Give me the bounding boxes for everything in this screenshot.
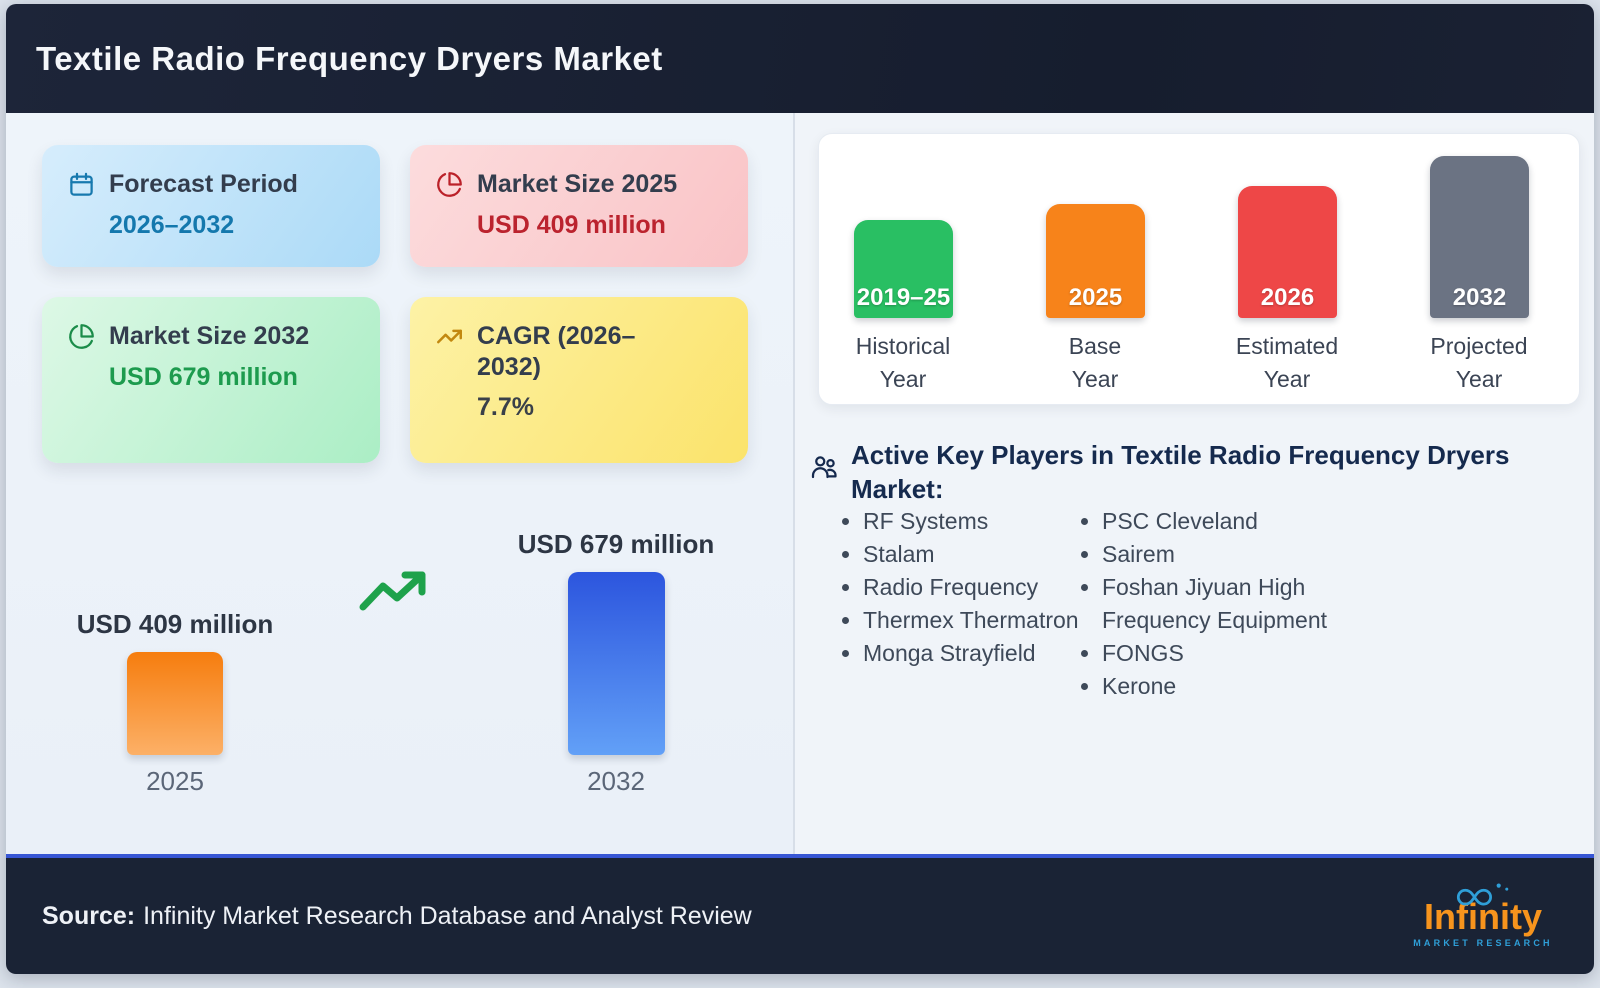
header: Textile Radio Frequency Dryers Market (6, 4, 1594, 113)
key-players-title: Active Key Players in Textile Radio Freq… (851, 440, 1510, 505)
bar-year-label: 2025 (146, 766, 204, 796)
pie-chart-icon (437, 172, 462, 197)
timeline-year-label: 2025 (1068, 284, 1123, 311)
list-item: Radio Frequency (863, 571, 1079, 604)
key-players-column-1: RF Systems Stalam Radio Frequency Therme… (839, 505, 1079, 670)
timeline-bar-3: 2032 (1430, 156, 1529, 318)
stat-value: USD 409 million (477, 210, 666, 239)
growth-arrow-icon (359, 571, 426, 611)
left-panel: Forecast Period 2026–2032 Market Size 20… (6, 113, 795, 854)
key-players-column-2: PSC Cleveland Sairem Foshan Jiyuan High … (1078, 505, 1368, 703)
list-item: Thermex Thermatron (863, 604, 1079, 637)
growth-chart: USD 409 million 2025 USD 679 million 203… (6, 529, 795, 854)
timeline-caption: Estimated Year (1235, 333, 1339, 392)
stat-value: 7.7% (477, 393, 534, 421)
timeline-caption: Base Year (1068, 333, 1122, 392)
stat-card-market-size-2032: Market Size 2032 USD 679 million (42, 297, 380, 463)
timeline-caption: Historical Year (855, 333, 951, 392)
list-item: Foshan Jiyuan High Frequency Equipment (1102, 571, 1368, 637)
list-item: Sairem (1102, 538, 1368, 571)
list-item: Stalam (863, 538, 1079, 571)
right-panel: 2019–25 2025 2026 2032 Historical Year Ba… (795, 113, 1594, 854)
infinity-icon (1456, 883, 1509, 906)
bar-value-label: USD 679 million (517, 529, 715, 559)
source-text: Infinity Market Research Database and An… (143, 902, 752, 930)
stat-label: Market Size 2025 (477, 170, 678, 198)
list-item: Kerone (1102, 670, 1368, 703)
source-note: Source: Infinity Market Research Database… (42, 902, 752, 931)
main-content: Forecast Period 2026–2032 Market Size 20… (6, 113, 1594, 854)
stat-value: 2026–2032 (109, 210, 235, 239)
list-item: PSC Cleveland (1102, 505, 1368, 538)
page-title: Textile Radio Frequency Dryers Market (36, 39, 663, 77)
stat-card-market-size-2025: Market Size 2025 USD 409 million (410, 145, 748, 267)
growth-bar-0 (127, 652, 223, 755)
timeline-bar-2: 2026 (1238, 186, 1337, 318)
stat-cards: Forecast Period 2026–2032 Market Size 20… (42, 145, 748, 463)
list-item: FONGS (1102, 637, 1368, 670)
infographic-frame: Textile Radio Frequency Dryers Market Fo… (6, 4, 1594, 974)
growth-bar-1 (568, 572, 665, 755)
key-players-heading: Active Key Players in Textile Radio Freq… (809, 438, 1549, 507)
stat-card-cagr: CAGR (2026–2032) 7.7% (410, 297, 748, 463)
stat-label: Market Size 2032 (109, 322, 310, 350)
calendar-icon (70, 172, 93, 196)
logo-tagline: MARKET RESEARCH (1413, 938, 1553, 948)
footer: Source: Infinity Market Research Database… (6, 854, 1594, 974)
timeline-year-label: 2019–25 (856, 284, 951, 311)
bar-value-label: USD 409 million (76, 609, 274, 639)
stat-label: Forecast Period (109, 170, 298, 198)
stat-value: USD 679 million (109, 362, 298, 391)
timeline-bar-1: 2025 (1046, 204, 1145, 318)
timeline-year-label: 2032 (1452, 284, 1507, 311)
list-item: RF Systems (863, 505, 1079, 538)
timeline-card: 2019–25 2025 2026 2032 Historical Year Ba… (818, 133, 1580, 405)
bar-year-label: 2032 (587, 766, 645, 796)
timeline-year-label: 2026 (1260, 284, 1315, 311)
pie-chart-icon (69, 324, 94, 349)
users-icon (811, 456, 837, 479)
trending-up-icon (437, 329, 462, 344)
source-label: Source: (42, 902, 136, 930)
infinity-logo: Infinity MARKET RESEARCH (1408, 883, 1558, 948)
timeline-bar-0: 2019–25 (854, 220, 953, 318)
stat-card-forecast-period: Forecast Period 2026–2032 (42, 145, 380, 267)
timeline-caption: Projected Year (1430, 333, 1528, 392)
stat-label: CAGR (2026–2032) (477, 322, 636, 381)
list-item: Monga Strayfield (863, 637, 1079, 670)
